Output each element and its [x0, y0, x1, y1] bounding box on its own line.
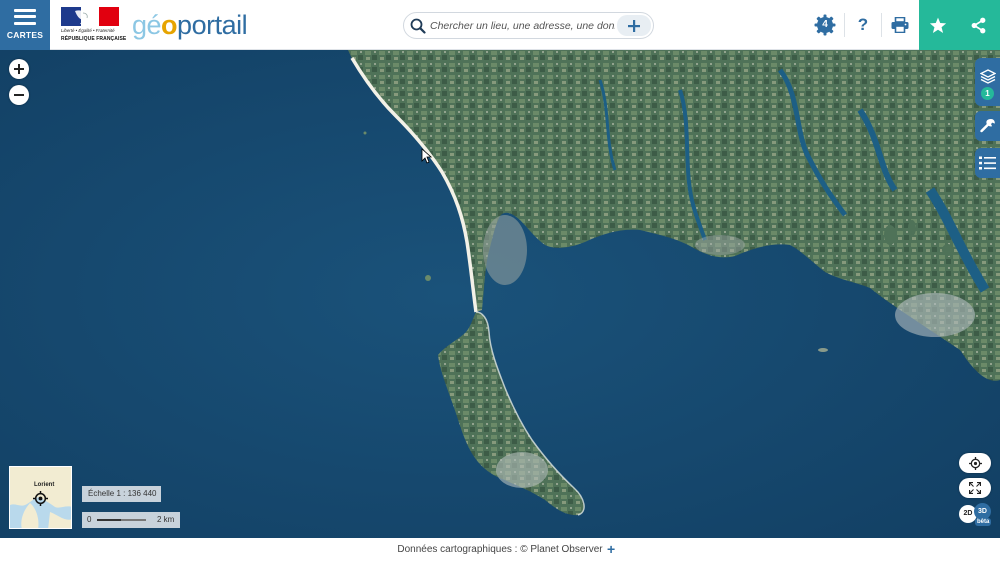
search-input[interactable] [430, 17, 615, 35]
share-icon [971, 17, 986, 33]
brand-part-2: o [161, 10, 178, 40]
list-icon [979, 156, 996, 170]
top-bar: CARTES Liberté • Égalité • Fraternité RÉ… [0, 0, 1000, 50]
layers-tab[interactable]: 1 [975, 58, 1000, 106]
scale-bar: 0 2 km [82, 512, 180, 528]
geolocate-button[interactable] [959, 453, 991, 473]
attribution-bar: Données cartographiques : © Planet Obser… [0, 538, 1000, 563]
scale-bar-min: 0 [87, 515, 92, 524]
brand-part-1: gé [132, 10, 162, 40]
attribution-more-button[interactable]: + [607, 541, 615, 557]
minus-icon [14, 94, 24, 96]
overview-map[interactable]: Lorient [9, 466, 72, 529]
advanced-search-button[interactable] [617, 15, 651, 36]
print-button[interactable] [881, 0, 919, 50]
share-button[interactable] [957, 0, 1000, 50]
gov-name: RÉPUBLIQUE FRANÇAISE [61, 36, 127, 42]
expand-icon [969, 482, 981, 494]
plus-icon [628, 19, 640, 32]
legend-tab[interactable] [975, 148, 1000, 178]
notification-count: 4 [822, 19, 828, 30]
cartes-menu-label: CARTES [6, 29, 44, 40]
help-button[interactable]: ? [844, 0, 882, 50]
plus-icon [14, 64, 24, 74]
attribution-text: Données cartographiques : © Planet Obser… [397, 544, 603, 555]
scale-bar-line-segment [121, 519, 146, 521]
zoom-in-button[interactable] [9, 59, 29, 79]
overview-position-icon [33, 491, 48, 506]
fullscreen-button[interactable] [959, 478, 991, 498]
brand-part-3: portail [177, 10, 248, 40]
favorites-button[interactable] [919, 0, 957, 50]
cartes-menu-button[interactable]: CARTES [0, 0, 50, 50]
print-icon [891, 17, 909, 33]
scale-label: Échelle 1 : 136 440 [82, 486, 161, 502]
beta-badge: bêta [975, 518, 992, 526]
crosshair-icon [968, 456, 982, 470]
help-icon: ? [857, 15, 869, 34]
star-icon [929, 17, 947, 33]
overview-town-label: Lorient [34, 482, 55, 488]
gov-motto: Liberté • Égalité • Fraternité [61, 28, 115, 33]
republique-francaise-logo[interactable]: Liberté • Égalité • Fraternité RÉPUBLIQU… [61, 7, 126, 45]
notifications-button[interactable]: 4 [806, 0, 844, 50]
view-mode-toggle: 2D 3D bêta [959, 503, 992, 527]
search-icon[interactable] [410, 18, 426, 34]
marianne-flag-icon [61, 7, 119, 26]
zoom-out-button[interactable] [9, 85, 29, 105]
layer-count-badge: 1 [981, 86, 994, 100]
notification-gear-icon: 4 [814, 14, 836, 36]
map-view[interactable]: 1 2D 3D bêta Lorient Échelle 1: 136 440… [0, 50, 1000, 538]
search-bar [403, 12, 654, 39]
satellite-imagery [0, 50, 1000, 538]
tools-tab[interactable] [975, 111, 1000, 141]
wrench-icon [979, 119, 995, 133]
layers-icon [979, 68, 996, 84]
menu-icon [14, 8, 36, 25]
scale-bar-max: 2 km [157, 515, 175, 524]
geoportail-logo[interactable]: géoportail [132, 8, 248, 42]
